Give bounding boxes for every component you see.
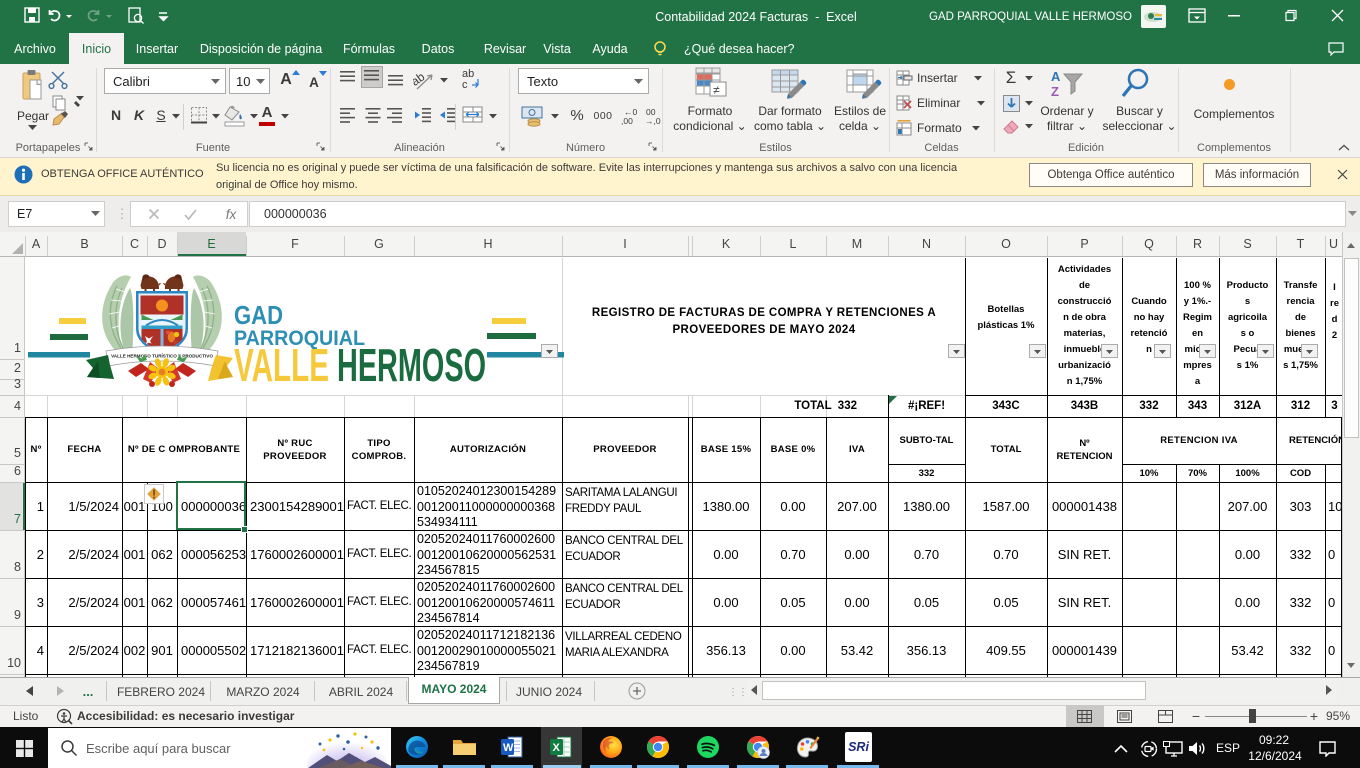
svg-text:HERMOSO: HERMOSO xyxy=(337,339,486,391)
svg-text:GAD: GAD xyxy=(234,300,283,330)
svg-text:W: W xyxy=(503,742,514,754)
svg-text:VALLE HERMOSO TURÍSTICO Y PROD: VALLE HERMOSO TURÍSTICO Y PRODUCTIVO xyxy=(111,352,213,359)
svg-text:c: c xyxy=(462,79,468,91)
svg-text:A: A xyxy=(1051,69,1061,84)
svg-text:VALLE: VALLE xyxy=(234,339,329,391)
svg-text:→,0: →,0 xyxy=(645,116,661,126)
svg-text:,00: ,00 xyxy=(621,116,633,126)
svg-text:≠: ≠ xyxy=(713,83,720,97)
svg-text:Z: Z xyxy=(1051,84,1059,99)
svg-text:X: X xyxy=(553,742,561,754)
